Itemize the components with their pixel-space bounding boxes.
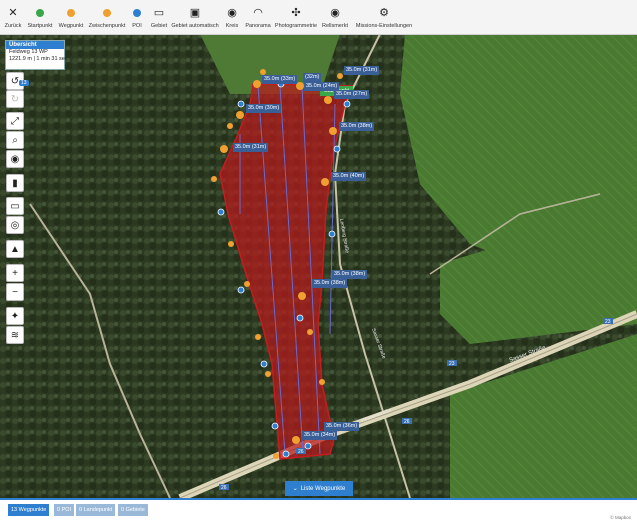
waypoint-icon [64,6,78,20]
fit-bounds-button[interactable]: ⤢ [6,112,24,130]
start-point-icon [33,6,47,20]
waypoint-label[interactable]: (32m) [303,73,322,82]
north-button[interactable]: ▲ [6,240,24,258]
area-icon: ▭ [153,7,165,19]
overview-stats: 1221.9 m | 1 min 31 sec [9,56,68,62]
chevron-down-icon: ⌄ [292,486,298,492]
tab-areas[interactable]: 0 Gebiete [118,504,148,516]
tab-landing-points[interactable]: 0 Landepunkt [76,504,116,516]
road-number: 26 [298,449,304,455]
waypoint-label[interactable]: 35.0m (40m) [331,172,367,181]
north-arrow-icon: ▲ [10,243,20,255]
overview-title: Übersicht [6,41,64,49]
visibility-button[interactable]: ◉ [6,150,24,168]
waypoint-label[interactable]: 35.0m (36m) [324,422,360,431]
circle-button[interactable]: ◉ Kreis [224,2,240,32]
layers-icon: ≋ [10,329,20,341]
waypoint-label[interactable]: 35.0m (38m) [339,122,375,131]
zoom-out-button[interactable]: − [6,283,24,301]
ruler-icon: ▭ [10,200,20,212]
waypoint-label[interactable]: 35.0m (34m) [302,431,338,440]
zoom-in-button[interactable]: + [6,264,24,282]
road-number: 23 [605,319,611,325]
waypoint-label[interactable]: 35.0m (38m) [312,279,348,288]
top-toolbar: ✕ Zurück Startpunkt Wegpunkt Zwischenpunk… [0,0,637,35]
auto-area-icon: ▣ [189,7,201,19]
gear-icon: ⚙ [379,7,389,19]
auto-area-button[interactable]: ▣ Gebiet automatisch [171,2,218,32]
satellite-button[interactable]: ✦ [6,307,24,325]
intermediate-point-icon [100,6,114,20]
waypoint-label[interactable]: 35.0m (30m) [246,104,282,113]
reference-button[interactable]: ◉ Rellsmerkt [322,2,348,32]
eye-icon: ◉ [330,7,340,19]
trash-icon: ▮ [12,177,18,189]
circle-icon: ◉ [227,7,237,19]
road-number: 23 [449,361,455,367]
start-point-button[interactable]: Startpunkt [27,2,53,32]
eye-icon: ◉ [10,153,20,165]
fit-bounds-icon: ⤢ [11,115,19,127]
waypoint-label[interactable]: 35.0m (38m) [332,270,368,279]
layers-button[interactable]: ≋ [6,326,24,344]
photogrammetry-icon: ✣ [291,7,301,19]
satellite-map[interactable]: 23 23 26 26 26 Sasser Straße Lenberg Str… [0,34,637,498]
map-credit: © Mapbox [610,515,631,520]
zoom-in-icon: + [12,267,18,279]
mission-settings-button[interactable]: ⚙ Missions-Einstellungen [356,2,412,32]
redo-icon: ↻ [10,93,20,105]
road-number: 26 [404,419,410,425]
waypoint-button[interactable]: Wegpunkt [59,2,83,32]
undo-icon: ↺ [10,75,20,87]
waypoint-label[interactable]: 35.0m (27m) [334,90,370,99]
overview-route: Feldweg 13 WP [9,49,48,55]
mission-overview: Übersicht Feldweg 13 WP 1221.9 m | 1 min… [5,40,68,70]
tab-waypoints[interactable]: 13 Wegpunkte [8,504,50,516]
locate-icon: ◎ [10,219,20,231]
waypoint-label[interactable]: 35.0m (31m) [344,66,380,75]
locate-button[interactable]: ◎ [6,216,24,234]
photogrammetry-button[interactable]: ✣ Photogrammetrie [275,2,317,32]
waypoint-count-badge: 13 [19,80,29,86]
search-icon: ⌕ [12,134,18,146]
zoom-out-icon: − [12,286,18,298]
bottom-tab-bar: 13 Wegpunkte 0 POI 0 Landepunkt 0 Gebiet… [0,498,637,524]
poi-button[interactable]: POI [130,2,144,32]
intermediate-point-button[interactable]: Zwischenpunkt [89,2,125,32]
waypoint-label[interactable]: 35.0m (33m) [262,75,298,84]
area-button[interactable]: ▭ Gebiet [150,2,168,32]
tab-poi[interactable]: 0 POI [54,504,75,516]
back-button[interactable]: ✕ Zurück [4,2,22,32]
search-button[interactable]: ⌕ [6,131,24,149]
panorama-button[interactable]: ◠ Panorama [245,2,270,32]
map-canvas: 23 23 26 26 26 Sasser Straße Lenberg Str… [0,34,637,498]
waypoint-list-button[interactable]: ⌄ Liste Wegpunkte [285,481,353,496]
panorama-icon: ◠ [253,7,263,19]
ruler-button[interactable]: ▭ [6,197,24,215]
waypoint-list-label: Liste Wegpunkte [300,485,346,492]
redo-button[interactable]: ↻ [6,90,24,108]
waypoint-label[interactable]: 35.0m (31m) [233,143,269,152]
satellite-icon: ✦ [10,310,20,322]
poi-icon [130,6,144,20]
delete-button[interactable]: ▮ [6,174,24,192]
road-number: 26 [221,485,227,491]
close-icon: ✕ [8,7,18,19]
